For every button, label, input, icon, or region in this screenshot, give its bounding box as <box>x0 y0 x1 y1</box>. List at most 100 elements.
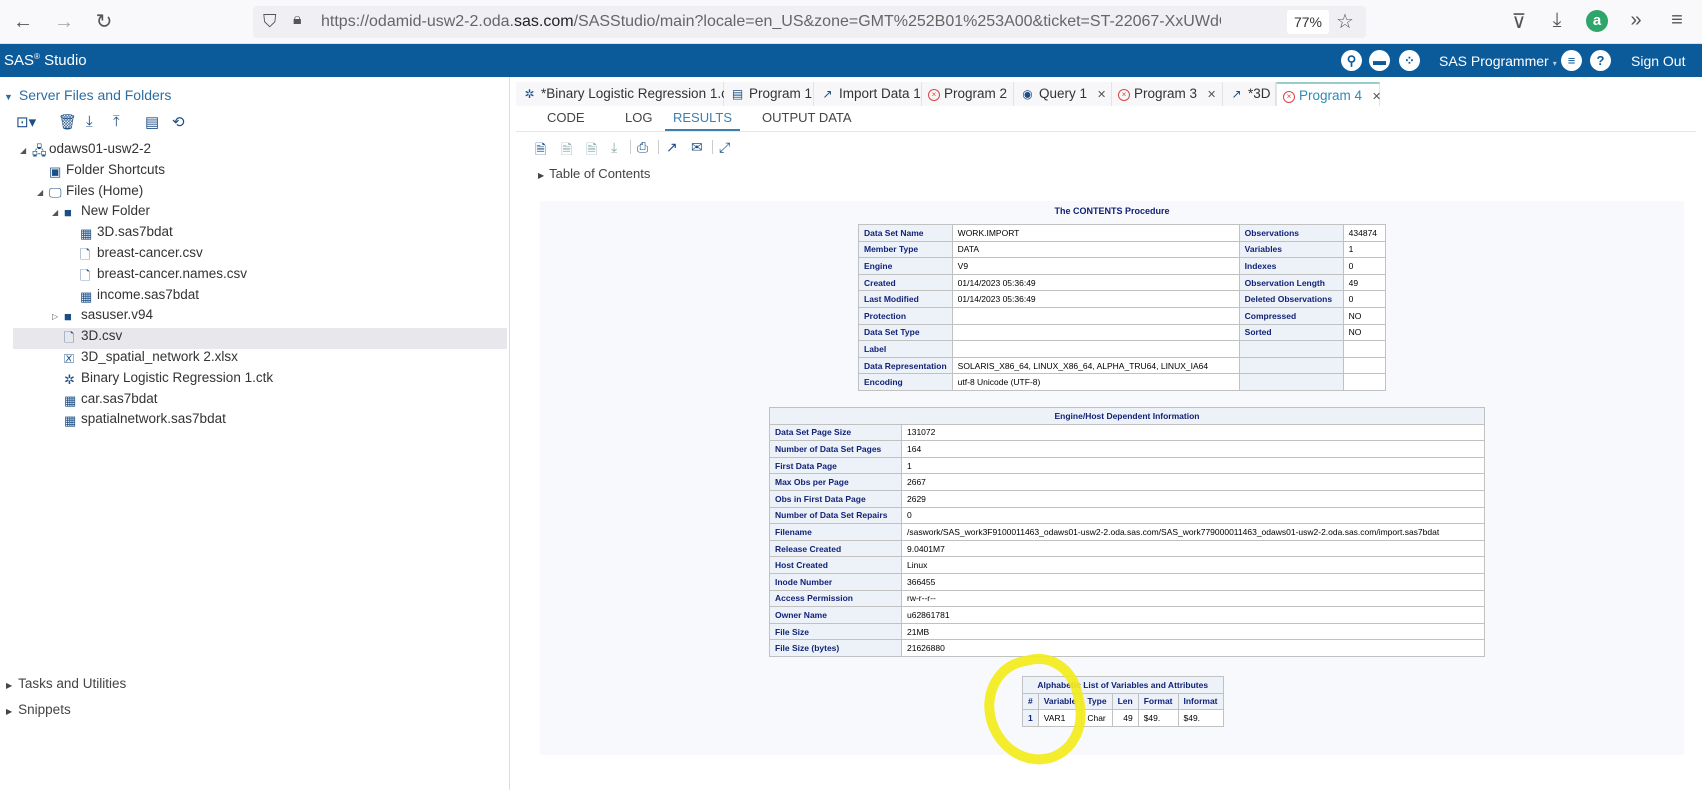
tree-item-label: spatialnetwork.sas7bdat <box>81 411 226 427</box>
tree-item[interactable]: ▦ income.sas7bdat <box>68 285 199 305</box>
caret-down-icon: ▼ <box>4 92 13 102</box>
pdf-download-icon[interactable]: 🗎 <box>561 139 572 163</box>
snippets-section[interactable]: ▶ Snippets <box>6 702 71 717</box>
download-icon[interactable]: ⤓ <box>611 139 617 156</box>
address-bar[interactable]: ⛉ 🔒︎ https://odamid-usw2-2.oda.sas.com/S… <box>253 6 1366 38</box>
tree-item[interactable]: 🗋︎ 3D.csv <box>52 326 122 346</box>
sign-out-link[interactable]: Sign Out <box>1631 53 1685 69</box>
tab-program-4[interactable]: × Program 4 ✕ <box>1276 82 1381 106</box>
close-tab-icon[interactable]: ✕ <box>1207 89 1216 101</box>
tree-item[interactable]: ◢ 🖧︎ odaws01-usw2-2 <box>20 139 151 159</box>
tree-item[interactable]: ▦ car.sas7bdat <box>52 389 158 409</box>
expanded-caret-icon[interactable]: ◢ <box>52 203 64 223</box>
tree-item-label: Folder Shortcuts <box>66 161 166 177</box>
close-tab-icon[interactable]: ✕ <box>1372 91 1381 103</box>
procedure-title: The CONTENTS Procedure <box>1054 206 1170 216</box>
variables-table: Alphabetic List of Variables and Attribu… <box>1022 676 1224 727</box>
account-icon[interactable]: a <box>1586 10 1608 32</box>
new-item-icon[interactable]: ⊡▾ <box>16 113 36 131</box>
download-icon[interactable]: ⤓ <box>1545 9 1569 32</box>
refresh-icon[interactable]: ⟲ <box>172 113 185 131</box>
lock-icon[interactable]: 🔒︎ <box>293 11 302 29</box>
tab-program-1[interactable]: ▤Program 1✕ <box>724 82 831 106</box>
subtab-code[interactable]: CODE <box>547 110 585 125</box>
tab-import-data-1[interactable]: ↗Import Data 1✕ <box>814 82 940 106</box>
upload-icon[interactable]: ⤒ <box>113 113 120 130</box>
zoom-level-badge[interactable]: 77% <box>1287 10 1329 34</box>
table-row: Protection Compressed NO <box>858 306 1386 325</box>
attribute-label: Observation Length <box>1238 273 1344 292</box>
tree-item[interactable]: ◢ 🖵︎ Files (Home) <box>37 181 143 201</box>
print-icon[interactable]: ⎙ <box>637 139 648 156</box>
table-row: Data Set Type Sorted NO <box>858 323 1386 342</box>
html-download-icon[interactable]: 🗎 <box>535 139 546 163</box>
pocket-icon[interactable]: ⊽ <box>1507 9 1531 34</box>
back-icon[interactable]: ← <box>11 10 35 34</box>
tab-3d[interactable]: ↗*3D✕ <box>1223 82 1290 106</box>
tree-item[interactable]: 🗵︎ 3D_spatial_network 2.xlsx <box>52 347 238 367</box>
open-new-window-icon[interactable]: ↗ <box>666 139 678 156</box>
table-row: Data Set Name WORK.IMPORT Observations 4348… <box>858 224 1386 242</box>
collapsed-caret-icon[interactable]: ▷ <box>52 307 64 327</box>
tab-program-3[interactable]: × Program 3 ✕ <box>1112 82 1223 106</box>
subtab-log[interactable]: LOG <box>625 110 652 125</box>
forward-icon[interactable]: → <box>52 10 76 34</box>
email-icon[interactable]: ✉ <box>691 139 703 156</box>
expanded-caret-icon[interactable]: ◢ <box>37 183 49 203</box>
rtf-download-icon[interactable]: 🗎 <box>586 139 597 163</box>
engine-value: 366455 <box>901 572 1485 591</box>
subtab-results[interactable]: RESULTS <box>665 110 740 131</box>
reload-icon[interactable]: ↻ <box>92 10 116 34</box>
attribute-value <box>1342 373 1386 391</box>
engine-label: Release Created <box>769 539 902 558</box>
engine-value: /saswork/SAS_work3F9100011463_odaws01-us… <box>901 523 1485 541</box>
table-title: Alphabetic List of Variables and Attribu… <box>1022 676 1224 694</box>
open-folder-icon[interactable]: ▬ <box>1369 50 1390 71</box>
tab-query-1[interactable]: ◉ Query 1 ✕ <box>1014 82 1112 106</box>
role-dropdown[interactable]: SAS Programmer ▾ <box>1439 53 1557 69</box>
tab-binary-logistic-regression-1-ctk[interactable]: ✲*Binary Logistic Regression 1.ctk✕ <box>516 82 758 106</box>
expanded-caret-icon[interactable]: ◢ <box>20 141 32 161</box>
table-row: Number of Data Set Repairs 0 <box>769 506 1485 525</box>
table-row: Encoding utf-8 Unicode (UTF-8) <box>858 373 1386 391</box>
server-files-section-header[interactable]: ▼ Server Files and Folders <box>4 87 171 103</box>
tab-program-2[interactable]: ×Program 2✕ <box>922 82 1026 106</box>
menu-icon[interactable]: ≡ <box>1665 9 1689 32</box>
tab-label: Program 4 <box>1299 88 1363 103</box>
work-area: ✲ *Binary Logistic Regression 1.ctk ✕ ▤ Prog… <box>516 77 1702 790</box>
tree-item[interactable]: ✲ Binary Logistic Regression 1.ctk <box>52 368 273 388</box>
error-icon: × <box>928 89 940 101</box>
overflow-icon[interactable]: » <box>1624 9 1648 32</box>
apps-grid-icon[interactable]: ⁘ <box>1399 50 1420 71</box>
subtab-output-data[interactable]: OUTPUT DATA <box>762 110 852 125</box>
close-tab-icon[interactable]: ✕ <box>1097 89 1106 101</box>
tree-item[interactable]: ▦ 3D.sas7bdat <box>68 222 173 242</box>
star-icon[interactable]: ☆ <box>1336 9 1354 34</box>
help-icon[interactable]: ? <box>1590 50 1611 71</box>
url-text[interactable]: https://odamid-usw2-2.oda.sas.com/SASStu… <box>321 13 1221 31</box>
tree-item[interactable]: 🗋︎ breast-cancer.csv <box>68 243 203 263</box>
caret-right-icon: ▶ <box>538 171 545 180</box>
tree-item[interactable]: ▣ Folder Shortcuts <box>37 160 165 180</box>
tree-item-label: odaws01-usw2-2 <box>49 141 152 156</box>
tree-item[interactable]: ▦ spatialnetwork.sas7bdat <box>52 409 226 429</box>
toolbar-separator <box>712 140 713 154</box>
tree-item[interactable]: 🗋︎ breast-cancer.names.csv <box>68 264 247 284</box>
delete-icon[interactable]: 🗑︎ <box>58 113 77 131</box>
properties-icon[interactable]: ▤ <box>145 113 159 131</box>
tree-item[interactable]: ▷ ■ sasuser.v94 <box>52 305 153 325</box>
table-of-contents-toggle[interactable]: ▶ Table of Contents <box>538 166 650 181</box>
options-menu-icon[interactable]: ≡ <box>1561 50 1582 71</box>
attribute-value: NO <box>1342 306 1386 325</box>
search-icon[interactable]: ⚲ <box>1341 50 1362 71</box>
shield-icon[interactable]: ⛉ <box>263 11 277 32</box>
attribute-value: DATA <box>951 240 1240 259</box>
maximize-icon[interactable]: ⤢ <box>719 139 730 156</box>
attribute-value: V9 <box>951 257 1240 275</box>
attribute-label: Deleted Observations <box>1238 290 1344 308</box>
tasks-and-utilities-section[interactable]: ▶ Tasks and Utilities <box>6 676 126 691</box>
tree-item[interactable]: ◢ ■ New Folder <box>52 201 150 221</box>
table-row: Data Set Page Size 131072 <box>769 423 1485 442</box>
attribute-value: 1 <box>1342 240 1386 259</box>
download-file-icon[interactable]: ⤓ <box>86 113 93 130</box>
